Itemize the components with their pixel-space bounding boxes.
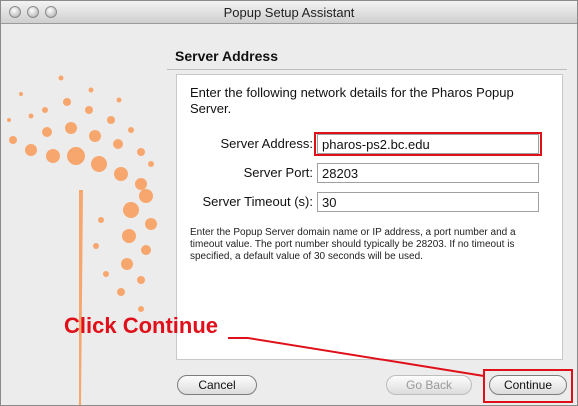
click-continue-callout: Click Continue bbox=[64, 313, 219, 338]
setup-assistant-window: Popup Setup Assistant Server Address Ent… bbox=[0, 0, 578, 406]
title-bar: Popup Setup Assistant bbox=[1, 1, 577, 24]
window-title: Popup Setup Assistant bbox=[223, 5, 355, 20]
cancel-button[interactable]: Cancel bbox=[177, 375, 257, 395]
page-heading: Server Address bbox=[175, 48, 278, 64]
server-port-input[interactable]: 28203 bbox=[317, 163, 539, 183]
server-address-highlight-box bbox=[314, 132, 542, 156]
heading-divider bbox=[167, 69, 567, 70]
server-timeout-label: Server Timeout (s): bbox=[202, 194, 313, 209]
intro-text: Enter the following network details for … bbox=[190, 85, 514, 116]
go-back-button[interactable]: Go Back bbox=[386, 375, 472, 395]
continue-highlight-box bbox=[483, 369, 573, 403]
help-note: Enter the Popup Server domain name or IP… bbox=[190, 227, 516, 262]
server-address-label: Server Address: bbox=[220, 136, 314, 151]
server-timeout-input[interactable]: 30 bbox=[317, 192, 539, 212]
decorative-dots-artwork bbox=[7, 75, 157, 405]
server-port-label: Server Port: bbox=[243, 165, 313, 180]
